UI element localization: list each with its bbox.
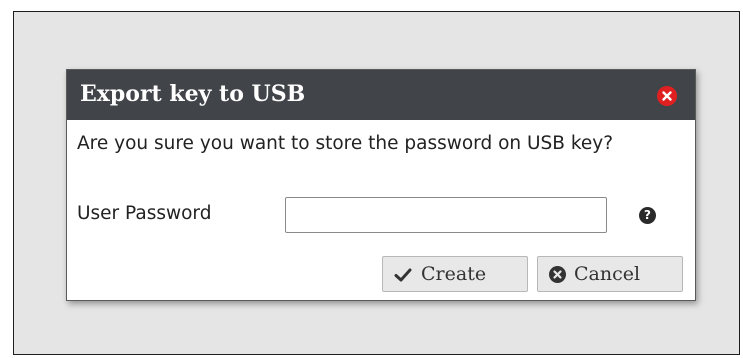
close-x-glyph	[662, 91, 672, 101]
dialog-title: Export key to USB	[80, 81, 306, 107]
export-key-dialog: Export key to USB Are you sure you want …	[66, 69, 696, 301]
create-button-label: Create	[421, 263, 487, 285]
check-icon	[394, 266, 412, 288]
cancel-button[interactable]: Cancel	[537, 256, 683, 292]
x-circle-icon	[549, 266, 566, 288]
dialog-titlebar: Export key to USB	[67, 70, 695, 120]
dialog-message: Are you sure you want to store the passw…	[77, 133, 614, 154]
cancel-button-label: Cancel	[574, 263, 641, 285]
page: Export key to USB Are you sure you want …	[0, 0, 743, 358]
user-password-label: User Password	[77, 203, 212, 224]
user-password-input[interactable]	[285, 197, 607, 233]
question-circle-icon[interactable]: ?	[639, 207, 656, 224]
create-button[interactable]: Create	[382, 256, 528, 292]
close-icon[interactable]	[657, 86, 677, 106]
